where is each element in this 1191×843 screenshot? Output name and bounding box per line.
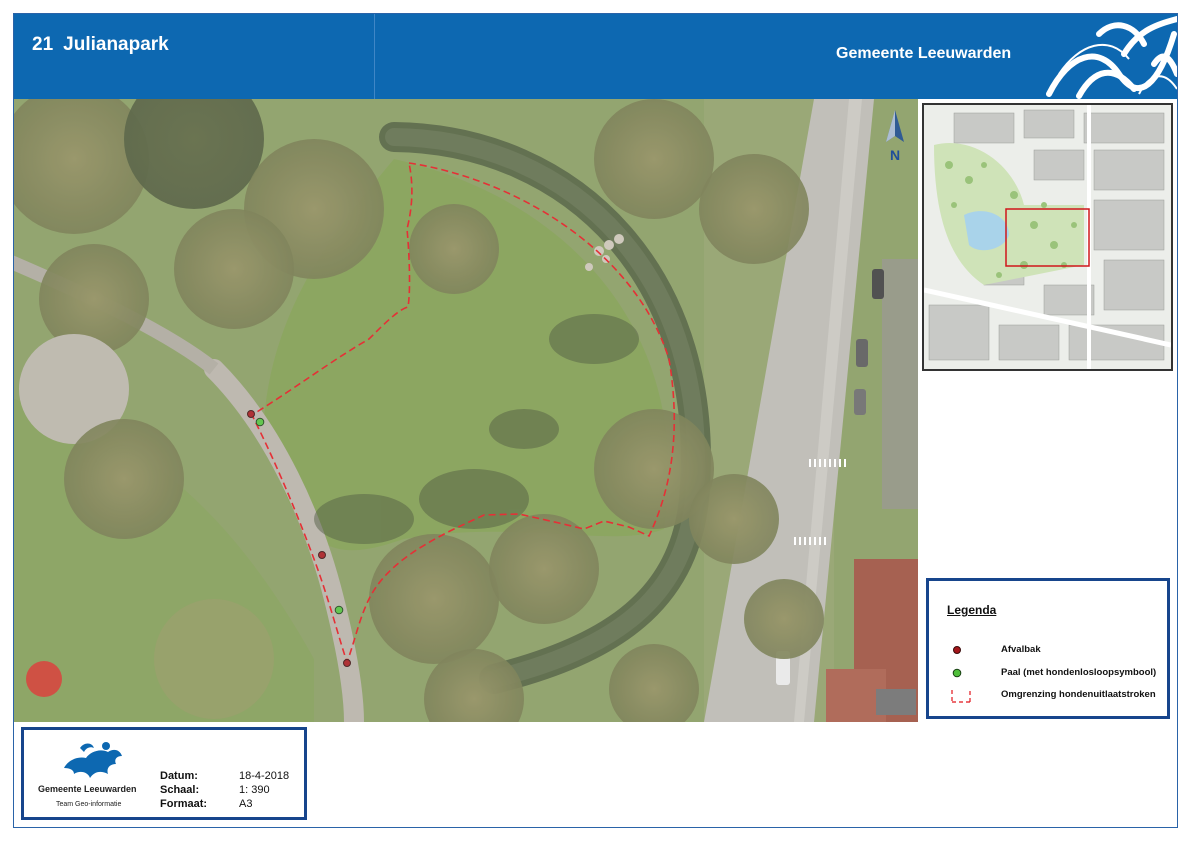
legend-panel: Legenda Afvalbak Paal (met hondenlosloop… xyxy=(926,578,1170,719)
map-name: Julianapark xyxy=(63,34,169,55)
format-label: Formaat: xyxy=(160,798,208,810)
header-bar: 21 Julianapark Gemeente Leeuwarden xyxy=(14,14,1177,99)
info-block: Gemeente Leeuwarden Team Geo-informatie … xyxy=(21,727,307,820)
boundary-symbol-icon xyxy=(951,690,971,703)
brand-decoration-icon xyxy=(1046,16,1177,99)
scale-value: 1: 390 xyxy=(239,784,270,796)
date-label: Datum: xyxy=(160,770,198,782)
header-divider xyxy=(374,14,375,99)
map-number: 21 xyxy=(32,34,54,55)
overview-map-canvas xyxy=(924,105,1171,369)
scale-label: Schaal: xyxy=(160,784,200,796)
north-label: N xyxy=(890,147,900,163)
logo-wordmark: Gemeente Leeuwarden xyxy=(38,784,137,794)
date-value: 18-4-2018 xyxy=(239,770,290,782)
legend-title: Legenda xyxy=(947,603,997,617)
north-arrow-icon: N xyxy=(886,110,904,163)
waste-bin-symbol-icon xyxy=(953,646,961,654)
brand-name: Gemeente Leeuwarden xyxy=(836,45,1012,62)
overview-inset-map[interactable] xyxy=(922,103,1173,371)
aerial-map-canvas xyxy=(14,99,918,722)
legend-label: Omgrenzing hondenuitlaatstroken xyxy=(1001,689,1156,700)
legend-label: Afvalbak xyxy=(1001,644,1041,655)
logo-subtitle: Team Geo-informatie xyxy=(56,801,122,808)
format-value: A3 xyxy=(239,798,253,810)
aerial-map[interactable] xyxy=(14,99,918,722)
map-title: 21 Julianapark xyxy=(32,34,179,56)
dog-post-symbol-icon xyxy=(952,668,962,678)
legend-label: Paal (met hondenlosloopsymbool) xyxy=(1001,667,1157,678)
lion-logo-icon xyxy=(64,742,122,778)
